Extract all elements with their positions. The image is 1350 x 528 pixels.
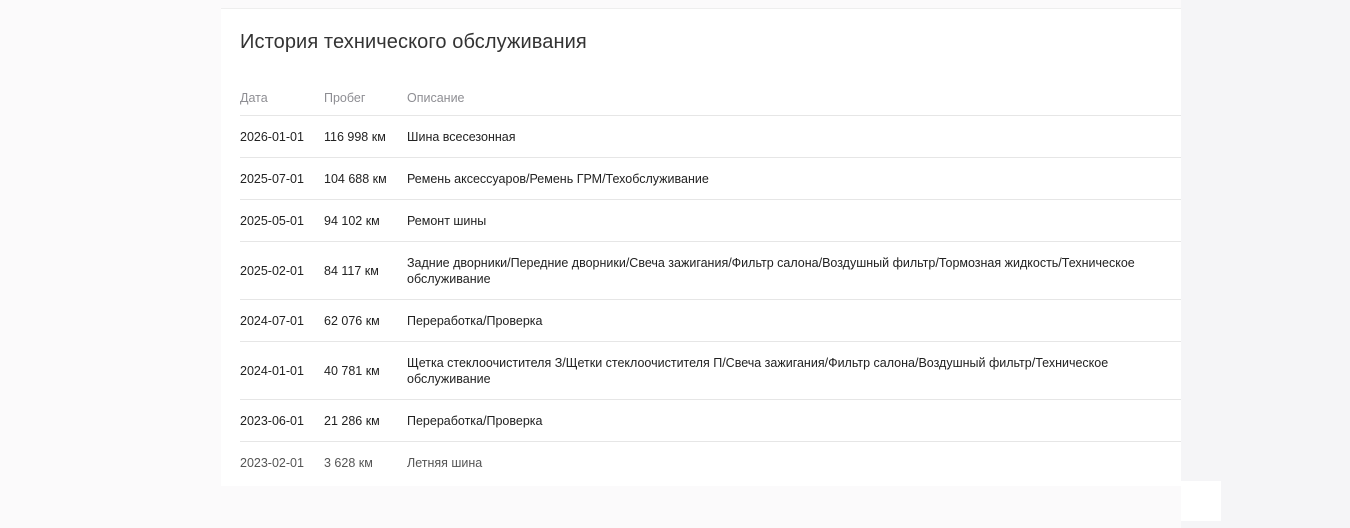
row-date: 2025-02-01	[240, 241, 324, 300]
maintenance-history-card: История технического обслуживания Дата П…	[221, 8, 1181, 486]
row-date: 2023-02-01	[240, 455, 304, 470]
row-mileage: 40 781 км	[324, 341, 407, 400]
maintenance-history-table: Дата Пробег Описание 2026-01-01 116 998 …	[240, 80, 1181, 483]
page: История технического обслуживания Дата П…	[0, 0, 1350, 528]
row-description: Ремонт шины	[407, 199, 1181, 242]
row-date: 2025-07-01	[240, 157, 324, 200]
table-row: 2025-02-01 84 117 км Задние дворники/Пер…	[240, 241, 1181, 300]
row-description: Задние дворники/Передние дворники/Свеча …	[407, 241, 1181, 300]
row-description: Ремень аксессуаров/Ремень ГРМ/Техобслужи…	[407, 157, 1181, 200]
right-white-box	[1181, 481, 1221, 521]
table-row: 2024-01-01 40 781 км Щетка стеклоочистит…	[240, 341, 1181, 400]
section-title: История технического обслуживания	[240, 31, 587, 53]
column-header-mileage: Пробег	[324, 80, 407, 116]
row-mileage: 116 998 км	[324, 115, 407, 158]
right-gutter	[1181, 0, 1350, 528]
row-date: 2026-01-01	[240, 115, 324, 158]
row-mileage: 94 102 км	[324, 199, 407, 242]
row-date: 2023-06-01	[240, 399, 324, 442]
table-row: 2025-05-01 94 102 км Ремонт шины	[240, 199, 1181, 242]
row-date: 2024-07-01	[240, 299, 324, 342]
row-mileage: 84 117 км	[324, 241, 407, 300]
row-description: Переработка/Проверка	[407, 399, 1181, 442]
table-row: 2024-07-01 62 076 км Переработка/Проверк…	[240, 299, 1181, 342]
table-header-row: Дата Пробег Описание	[240, 80, 1181, 116]
row-description: Щетка стеклоочистителя З/Щетки стеклоочи…	[407, 341, 1181, 400]
table-row: 2025-07-01 104 688 км Ремень аксессуаров…	[240, 157, 1181, 200]
row-mileage: 62 076 км	[324, 299, 407, 342]
column-header-date: Дата	[240, 80, 324, 116]
column-header-description: Описание	[407, 80, 1181, 116]
table-row: 2023-06-01 21 286 км Переработка/Проверк…	[240, 399, 1181, 442]
row-mileage: 21 286 км	[324, 399, 407, 442]
table-row: 2023-02-01 3 628 км Летняя шина	[240, 442, 1181, 484]
row-description: Шина всесезонная	[407, 115, 1181, 158]
row-description: Переработка/Проверка	[407, 299, 1181, 342]
table-row: 2026-01-01 116 998 км Шина всесезонная	[240, 115, 1181, 158]
row-mileage: 3 628 км	[324, 455, 373, 470]
row-date: 2024-01-01	[240, 341, 324, 400]
row-description: Летняя шина	[407, 455, 483, 470]
row-mileage: 104 688 км	[324, 157, 407, 200]
row-date: 2025-05-01	[240, 199, 324, 242]
